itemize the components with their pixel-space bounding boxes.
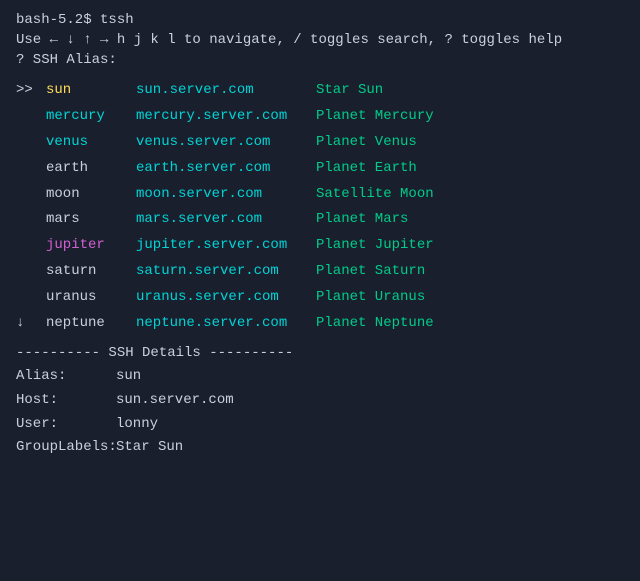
row-host: moon.server.com (136, 182, 316, 208)
details-section: Alias: sun Host: sun.server.com User: lo… (16, 365, 624, 460)
detail-label: Host: (16, 389, 116, 413)
row-host: mars.server.com (136, 207, 316, 233)
row-indicator (16, 233, 46, 259)
row-host: sun.server.com (136, 78, 316, 104)
row-host: saturn.server.com (136, 259, 316, 285)
row-desc: Planet Mars (316, 207, 624, 233)
row-host: mercury.server.com (136, 104, 316, 130)
table-row[interactable]: mercury mercury.server.com Planet Mercur… (16, 104, 624, 130)
row-desc: Planet Neptune (316, 311, 624, 337)
row-desc: Satellite Moon (316, 182, 624, 208)
row-desc: Planet Jupiter (316, 233, 624, 259)
detail-row: Host: sun.server.com (16, 389, 624, 413)
detail-value: lonny (116, 413, 158, 437)
row-alias: mercury (46, 104, 136, 130)
ssh-table: >> sun sun.server.com Star Sun mercury m… (16, 78, 624, 337)
detail-label: GroupLabels: (16, 436, 116, 460)
row-desc: Planet Uranus (316, 285, 624, 311)
terminal-prompt: ? SSH Alias: (16, 52, 624, 68)
row-host: earth.server.com (136, 156, 316, 182)
row-alias: earth (46, 156, 136, 182)
detail-value: sun (116, 365, 141, 389)
row-desc: Planet Venus (316, 130, 624, 156)
detail-row: User: lonny (16, 413, 624, 437)
row-indicator: >> (16, 78, 46, 104)
table-row[interactable]: moon moon.server.com Satellite Moon (16, 182, 624, 208)
terminal-nav: Use ← ↓ ↑ → h j k l to navigate, / toggl… (16, 32, 624, 48)
table-row[interactable]: mars mars.server.com Planet Mars (16, 207, 624, 233)
row-alias: sun (46, 78, 136, 104)
detail-value: sun.server.com (116, 389, 234, 413)
terminal-header: bash-5.2$ tssh (16, 12, 624, 28)
row-alias: venus (46, 130, 136, 156)
terminal-container: bash-5.2$ tssh Use ← ↓ ↑ → h j k l to na… (16, 12, 624, 460)
row-indicator (16, 104, 46, 130)
table-row[interactable]: ↓ neptune neptune.server.com Planet Nept… (16, 311, 624, 337)
row-alias: moon (46, 182, 136, 208)
row-host: uranus.server.com (136, 285, 316, 311)
row-indicator (16, 130, 46, 156)
row-desc: Planet Earth (316, 156, 624, 182)
table-row[interactable]: earth earth.server.com Planet Earth (16, 156, 624, 182)
row-host: venus.server.com (136, 130, 316, 156)
table-row[interactable]: venus venus.server.com Planet Venus (16, 130, 624, 156)
row-desc: Planet Saturn (316, 259, 624, 285)
row-alias: jupiter (46, 233, 136, 259)
table-row[interactable]: jupiter jupiter.server.com Planet Jupite… (16, 233, 624, 259)
row-alias: uranus (46, 285, 136, 311)
detail-label: User: (16, 413, 116, 437)
detail-value: Star Sun (116, 436, 183, 460)
detail-label: Alias: (16, 365, 116, 389)
row-indicator (16, 207, 46, 233)
row-indicator (16, 156, 46, 182)
details-divider: ---------- SSH Details ---------- (16, 345, 624, 361)
row-desc: Star Sun (316, 78, 624, 104)
table-row[interactable]: >> sun sun.server.com Star Sun (16, 78, 624, 104)
row-desc: Planet Mercury (316, 104, 624, 130)
row-indicator (16, 285, 46, 311)
detail-row: GroupLabels: Star Sun (16, 436, 624, 460)
row-alias: neptune (46, 311, 136, 337)
row-alias: saturn (46, 259, 136, 285)
row-alias: mars (46, 207, 136, 233)
row-indicator: ↓ (16, 311, 46, 337)
row-host: jupiter.server.com (136, 233, 316, 259)
detail-row: Alias: sun (16, 365, 624, 389)
row-indicator (16, 259, 46, 285)
row-indicator (16, 182, 46, 208)
table-row[interactable]: uranus uranus.server.com Planet Uranus (16, 285, 624, 311)
row-host: neptune.server.com (136, 311, 316, 337)
table-row[interactable]: saturn saturn.server.com Planet Saturn (16, 259, 624, 285)
